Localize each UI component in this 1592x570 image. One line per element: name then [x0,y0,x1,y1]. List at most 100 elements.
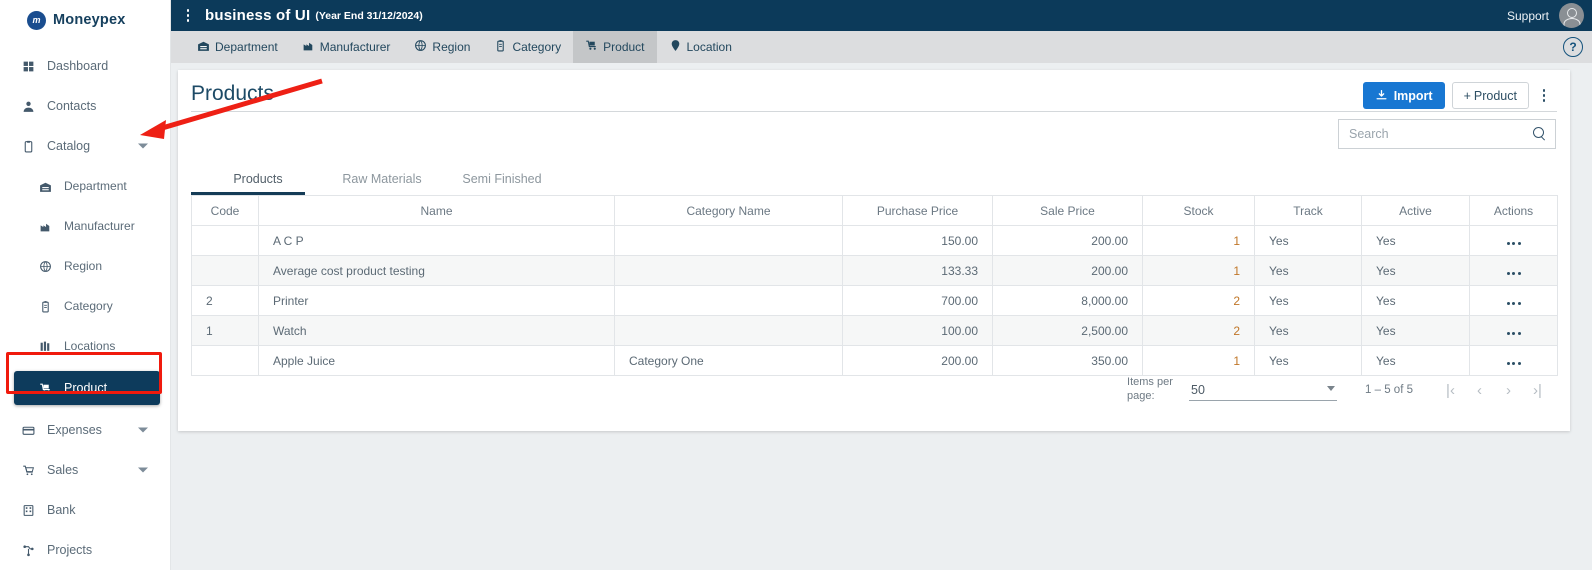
pagination: Items per page: 50 1 – 5 of 5 |‹ ‹ › ›| [191,368,1557,412]
chevron-down-icon[interactable] [138,467,148,473]
search-input[interactable] [1349,127,1533,141]
sidebar-item-category[interactable]: Category [0,286,170,326]
cell-category-name [614,255,843,286]
module-tab-category[interactable]: Category [482,31,573,63]
sidebar-item-label: Locations [64,339,116,353]
business-name: business of UI [205,7,311,24]
module-tab-manufacturer[interactable]: Manufacturer [290,31,403,63]
page-title: Products [191,82,274,105]
row-actions-icon[interactable] [1506,271,1521,275]
column-header-actions[interactable]: Actions [1469,195,1558,226]
support-link[interactable]: Support [1507,9,1549,23]
sidebar-item-bank[interactable]: Bank [0,490,170,530]
module-tab-bar: Department Manufacturer Region Category Prod… [171,31,1592,63]
clipboard-icon [17,140,39,153]
table-row[interactable]: Average cost product testing 133.33 200.00… [191,255,1558,286]
cell-code [191,225,259,256]
content-subtabs: Products Raw Materials Semi Finished [191,164,1557,192]
subtab-products[interactable]: Products [217,172,299,192]
column-header-purchase-price[interactable]: Purchase Price [842,195,993,226]
brand-name: Moneypex [53,12,126,28]
sidebar-item-label: Sales [47,463,79,477]
cell-actions [1469,285,1558,316]
sidebar-item-product[interactable]: Product [14,371,160,405]
cell-category-name [614,285,843,316]
chevron-down-icon[interactable] [138,143,148,149]
cell-active: Yes [1361,315,1470,346]
sidebar-item-label: Dashboard [47,59,109,73]
column-header-code[interactable]: Code [191,195,259,226]
download-icon [1376,89,1387,100]
search-icon[interactable] [1533,127,1547,141]
row-actions-icon[interactable] [1506,331,1521,335]
cell-sale-price: 8,000.00 [992,285,1143,316]
cell-track: Yes [1254,255,1362,286]
user-avatar-icon[interactable] [1559,3,1584,28]
cell-sale-price: 200.00 [992,255,1143,286]
cell-active: Yes [1361,285,1470,316]
module-tab-department[interactable]: Department [185,31,290,63]
module-tab-label: Location [686,40,732,54]
brand-logo[interactable]: m Moneypex [0,4,170,36]
column-header-category-name[interactable]: Category Name [614,195,843,226]
column-header-track[interactable]: Track [1254,195,1362,226]
app-menu-kebab-icon[interactable] [175,9,201,22]
sidebar-item-dashboard[interactable]: Dashboard [0,46,170,86]
subtab-semi-finished[interactable]: Semi Finished [461,172,543,192]
next-page-icon[interactable]: › [1501,383,1516,398]
add-product-label: Product [1473,88,1517,103]
cell-active: Yes [1361,255,1470,286]
sidebar-item-label: Department [64,179,127,193]
previous-page-icon[interactable]: ‹ [1472,383,1487,398]
table-row[interactable]: 2 Printer 700.00 8,000.00 2 Yes Yes [191,285,1558,316]
table-row[interactable]: 1 Watch 100.00 2,500.00 2 Yes Yes [191,315,1558,346]
sidebar-item-region[interactable]: Region [0,246,170,286]
sidebar-item-label: Category [64,299,113,313]
row-actions-icon[interactable] [1506,301,1521,305]
subtab-raw-materials[interactable]: Raw Materials [341,172,423,192]
sidebar-item-projects[interactable]: Projects [0,530,170,570]
module-tab-location[interactable]: Location [657,31,744,63]
sidebar-item-sales[interactable]: Sales [0,450,170,490]
cell-actions [1469,255,1558,286]
column-header-active[interactable]: Active [1361,195,1470,226]
sidebar-item-expenses[interactable]: Expenses [0,410,170,450]
products-card: Products Import + Product Search Product… [178,70,1570,431]
module-tab-region[interactable]: Region [402,31,482,63]
cell-track: Yes [1254,225,1362,256]
cell-stock: 1 [1142,255,1255,286]
module-tab-product[interactable]: Product [573,31,657,63]
search-box[interactable] [1338,119,1556,149]
column-header-name[interactable]: Name [258,195,615,226]
column-header-sale-price[interactable]: Sale Price [992,195,1143,226]
module-tab-label: Product [603,40,645,54]
cell-name: Printer [258,285,615,316]
card-more-kebab-icon[interactable] [1532,83,1556,109]
cell-name: Watch [258,315,615,346]
products-table-wrap: Code Name Category Name Purchase Price Sale … [191,195,1558,376]
column-header-stock[interactable]: Stock [1142,195,1255,226]
sidebar-item-department[interactable]: Department [0,166,170,206]
sidebar-item-contacts[interactable]: Contacts [0,86,170,126]
add-product-button[interactable]: + Product [1451,82,1529,109]
sidebar-item-wrap-product: Product [0,366,170,410]
row-actions-icon[interactable] [1506,241,1521,245]
sidebar-item-catalog[interactable]: Catalog [0,126,170,166]
table-head: Code Name Category Name Purchase Price Sale … [191,195,1558,226]
import-button[interactable]: Import [1362,82,1445,109]
cell-purchase-price: 133.33 [842,255,993,286]
cell-track: Yes [1254,285,1362,316]
first-page-icon[interactable]: |‹ [1443,383,1458,398]
sidebar-item-manufacturer[interactable]: Manufacturer [0,206,170,246]
help-circle-icon[interactable]: ? [1563,37,1583,57]
last-page-icon[interactable]: ›| [1530,383,1545,398]
sidebar-item-locations[interactable]: Locations [0,326,170,366]
app-window: m Moneypex Dashboard Contacts Catalog Depar… [0,0,1592,570]
chevron-down-icon[interactable] [138,427,148,433]
import-label: Import [1393,88,1433,103]
sidebar-item-label: Product [64,381,108,395]
row-actions-icon[interactable] [1506,361,1521,365]
table-row[interactable]: A C P 150.00 200.00 1 Yes Yes [191,225,1558,256]
items-per-page-select[interactable]: 50 [1189,379,1338,401]
top-bar-right: Support [1507,3,1592,28]
